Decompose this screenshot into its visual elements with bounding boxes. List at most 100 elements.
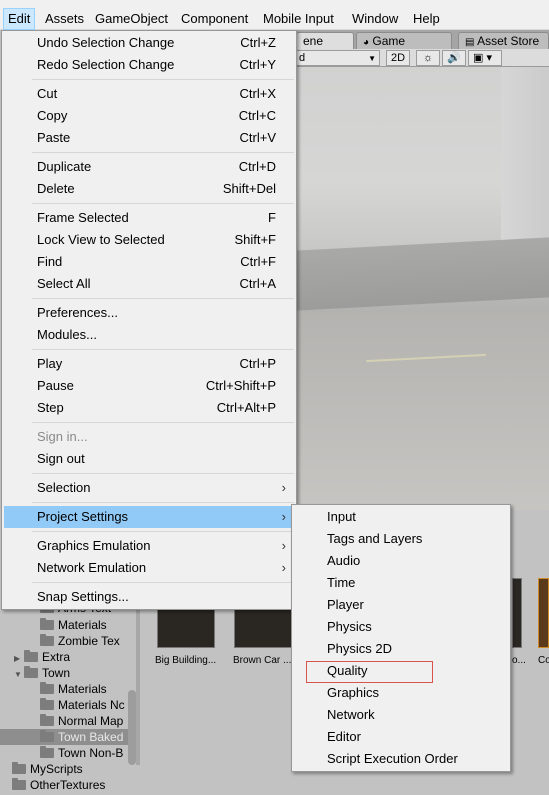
submenu-item-graphics[interactable]: Graphics [294,682,508,704]
menu-item-pause[interactable]: Pause Ctrl+Shift+P [4,375,294,397]
tree-item-label: MyScripts [30,762,83,776]
submenu-item-input[interactable]: Input [294,506,508,528]
scene-wall [296,237,549,311]
menu-separator [32,422,294,423]
submenu-arrow-icon: › [281,480,286,495]
tree-item[interactable]: ▶ Extra [14,649,70,665]
menu-mobile-input[interactable]: Mobile Input [259,8,338,30]
menu-assets[interactable]: Assets [41,8,88,30]
menu-item-shortcut: Ctrl+V [239,130,276,145]
tab-scene-label: ene [303,34,324,48]
store-icon: ▤ [465,37,475,48]
menu-item-label: Play [37,356,63,371]
menu-item-sign-out[interactable]: Sign out [4,448,294,470]
tree-item[interactable]: ▼ Town [14,665,70,681]
menu-item-label: Redo Selection Change [37,57,175,72]
menu-separator [32,531,294,532]
submenu-item-editor[interactable]: Editor [294,726,508,748]
menu-item-network-emulation[interactable]: Network Emulation › [4,557,294,579]
menu-item-shortcut: Shift+F [234,232,276,247]
tree-item-label: Zombie Tex [58,634,120,648]
folder-icon [24,666,38,678]
menu-item-label: Sign out [37,451,85,466]
tree-item[interactable]: Town Non-B [40,745,123,761]
asset-thumbnail[interactable] [512,578,522,648]
submenu-item-audio[interactable]: Audio [294,550,508,572]
folder-icon [40,698,54,710]
lighting-icon[interactable]: ☼ [416,50,440,66]
menu-item-step[interactable]: Step Ctrl+Alt+P [4,397,294,419]
submenu-item-time[interactable]: Time [294,572,508,594]
tab-game-label: Game [372,34,406,48]
folder-icon [40,714,54,726]
submenu-item-physics[interactable]: Physics [294,616,508,638]
menu-item-label: Network Emulation [37,560,147,575]
menu-item-selection[interactable]: Selection › [4,477,294,499]
menu-item-label: Paste [37,130,71,145]
submenu-item-label: Script Execution Order [327,751,458,766]
shading-mode-dropdown[interactable]: d ▼ [294,50,380,66]
menu-item-cut[interactable]: Cut Ctrl+X [4,83,294,105]
tree-item[interactable]: Materials Nc [40,697,125,713]
tree-item[interactable]: Materials [40,617,107,633]
asset-thumbnail[interactable] [538,578,549,648]
tree-item[interactable]: MyScripts [12,761,83,777]
shading-mode-value: d [299,52,306,64]
tab-asset-store-label: Asset Store [477,34,540,48]
menu-item-label: Modules... [37,327,97,342]
menu-item-label: Undo Selection Change [37,35,175,50]
submenu-arrow-icon: › [281,560,286,575]
menu-item-duplicate[interactable]: Duplicate Ctrl+D [4,156,294,178]
submenu-item-label: Physics 2D [327,641,393,656]
menu-item-snap-settings[interactable]: Snap Settings... [4,586,294,608]
tree-item[interactable]: OtherTextures [12,777,105,793]
submenu-item-physics-2d[interactable]: Physics 2D [294,638,508,660]
tab-scene[interactable]: ene [296,32,354,49]
submenu-item-player[interactable]: Player [294,594,508,616]
menu-item-label: Lock View to Selected [37,232,165,247]
tree-item[interactable]: Materials [40,681,107,697]
menu-item-preferences[interactable]: Preferences... [4,302,294,324]
menu-item-label: Select All [37,276,91,291]
menu-item-frame-selected[interactable]: Frame Selected F [4,207,294,229]
menu-item-copy[interactable]: Copy Ctrl+C [4,105,294,127]
asset-label: Brown Car ... [233,655,292,666]
menu-item-lock-view[interactable]: Lock View to Selected Shift+F [4,229,294,251]
menu-item-project-settings[interactable]: Project Settings › [4,506,294,528]
menu-item-shortcut: Ctrl+P [239,356,276,371]
tab-game[interactable]: ◕ Game [356,32,452,49]
menu-item-find[interactable]: Find Ctrl+F [4,251,294,273]
tree-item-selected[interactable]: Town Baked [0,729,128,745]
menu-item-undo[interactable]: Undo Selection Change Ctrl+Z [4,32,294,54]
menu-component[interactable]: Component [177,8,252,30]
toggle-2d-button[interactable]: 2D [386,50,411,66]
menu-item-paste[interactable]: Paste Ctrl+V [4,127,294,149]
menu-edit[interactable]: Edit [3,8,36,30]
submenu-item-network[interactable]: Network [294,704,508,726]
audio-icon[interactable]: 🔊 [442,50,466,66]
menu-item-delete[interactable]: Delete Shift+Del [4,178,294,200]
view-tabs: ene ◕ Game ▤ Asset Store [296,30,549,49]
tree-item[interactable]: Normal Map [40,713,123,729]
menu-item-modules[interactable]: Modules... [4,324,294,346]
collapse-arrow-icon[interactable]: ▼ [14,667,24,683]
tree-item-label: Town [42,666,71,680]
menu-item-play[interactable]: Play Ctrl+P [4,353,294,375]
menu-item-graphics-emulation[interactable]: Graphics Emulation › [4,535,294,557]
menu-item-redo[interactable]: Redo Selection Change Ctrl+Y [4,54,294,76]
menu-window[interactable]: Window [348,8,402,30]
submenu-item-tags-layers[interactable]: Tags and Layers [294,528,508,550]
menu-item-shortcut: Shift+Del [222,181,276,196]
menu-separator [32,203,294,204]
menu-item-label: Frame Selected [37,210,129,225]
tab-asset-store[interactable]: ▤ Asset Store [458,32,549,49]
scene-view[interactable] [296,32,549,537]
effects-icon[interactable]: ▣ ▾ [468,50,502,66]
menu-item-shortcut: Ctrl+Y [239,57,276,72]
menu-help[interactable]: Help [409,8,444,30]
tree-item[interactable]: Zombie Tex [40,633,120,649]
submenu-item-script-execution-order[interactable]: Script Execution Order [294,748,508,770]
tree-scrollbar[interactable] [128,690,136,765]
menu-gameobject[interactable]: GameObject [91,8,172,30]
menu-item-select-all[interactable]: Select All Ctrl+A [4,273,294,295]
